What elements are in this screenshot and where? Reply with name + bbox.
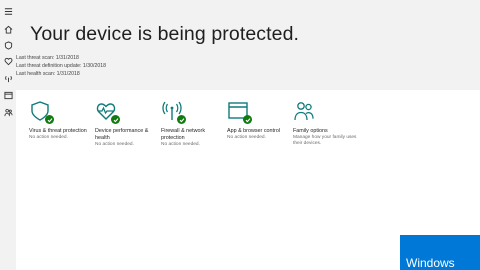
tile-title: Device performance & health bbox=[95, 128, 149, 141]
tile-title: App & browser control bbox=[227, 128, 281, 134]
tile-status: No action needed. bbox=[95, 142, 134, 147]
shield-icon[interactable] bbox=[3, 40, 13, 50]
heart-icon[interactable] bbox=[3, 56, 13, 66]
last-definition-update: Last threat definition update: 1/30/2018 bbox=[16, 63, 106, 69]
windows-logo-badge: Windows bbox=[400, 235, 480, 270]
tile-status: No action needed. bbox=[161, 142, 200, 147]
check-icon bbox=[45, 115, 54, 124]
last-threat-scan: Last threat scan: 1/31/2018 bbox=[16, 55, 79, 61]
tile-app-browser-control[interactable]: App & browser control No action needed. bbox=[227, 100, 291, 141]
check-icon bbox=[243, 115, 252, 124]
tile-device-performance-health[interactable]: Device performance & health No action ne… bbox=[95, 100, 159, 148]
tile-status: No action needed. bbox=[227, 135, 266, 140]
tile-firewall-network-protection[interactable]: Firewall & network protection No action … bbox=[161, 100, 225, 148]
tile-title: Family options bbox=[293, 128, 328, 134]
tile-status: No action needed. bbox=[29, 135, 68, 140]
nav-rail bbox=[0, 0, 16, 270]
home-icon[interactable] bbox=[3, 24, 13, 34]
shield-icon bbox=[29, 100, 54, 124]
heart-pulse-icon bbox=[95, 100, 120, 124]
windows-logo-text: Windows bbox=[406, 256, 455, 270]
antenna-icon bbox=[161, 100, 186, 124]
page-title: Your device is being protected. bbox=[30, 23, 300, 45]
wifi-icon[interactable] bbox=[3, 73, 13, 83]
family-icon[interactable] bbox=[3, 107, 13, 117]
browser-icon[interactable] bbox=[3, 90, 13, 100]
tile-virus-threat-protection[interactable]: Virus & threat protection No action need… bbox=[29, 100, 93, 141]
status-banner: Your device is being protected. bbox=[16, 0, 480, 90]
tile-family-options[interactable]: Family options Manage how your family us… bbox=[293, 100, 357, 147]
people-icon bbox=[293, 100, 315, 122]
tile-title: Virus & threat protection bbox=[29, 128, 87, 134]
tile-title: Firewall & network protection bbox=[161, 128, 206, 141]
browser-window-icon bbox=[227, 100, 252, 124]
check-icon bbox=[177, 115, 186, 124]
last-health-scan: Last health scan: 1/31/2018 bbox=[16, 71, 80, 77]
tile-status: Manage how your family uses their device… bbox=[293, 135, 357, 147]
check-icon bbox=[111, 115, 120, 124]
menu-icon[interactable] bbox=[3, 6, 13, 16]
